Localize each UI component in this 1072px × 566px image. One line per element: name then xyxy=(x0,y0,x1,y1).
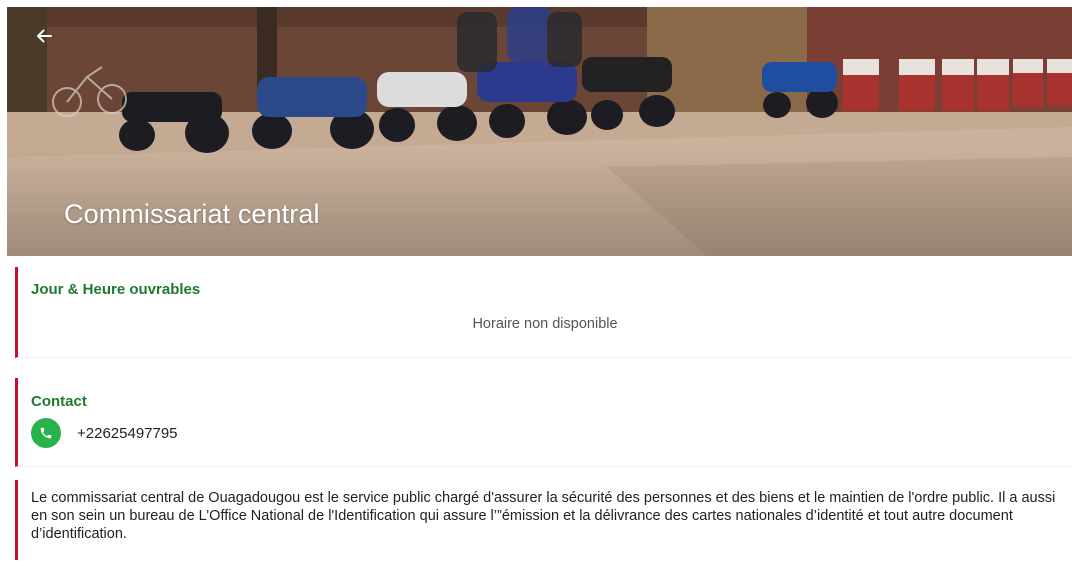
contact-card: Contact +22625497795 xyxy=(15,378,1072,467)
arrow-left-icon xyxy=(37,29,52,43)
phone-number[interactable]: +22625497795 xyxy=(77,425,178,442)
description-card: Le commissariat central de Ouagadougou e… xyxy=(15,480,1072,560)
place-detail-screen: Commissariat central Jour & Heure ouvrab… xyxy=(0,0,1072,566)
hours-section-title: Jour & Heure ouvrables xyxy=(31,281,201,298)
hours-card: Jour & Heure ouvrables Horaire non dispo… xyxy=(15,267,1072,358)
page-title: Commissariat central xyxy=(64,199,320,229)
description-text: Le commissariat central de Ouagadougou e… xyxy=(31,490,1056,542)
hero-image: Commissariat central xyxy=(7,7,1072,256)
phone-contact-row[interactable]: +22625497795 xyxy=(31,418,178,448)
phone-call-button[interactable] xyxy=(31,418,61,448)
back-button[interactable] xyxy=(29,21,59,51)
phone-icon xyxy=(40,427,52,439)
contact-section-title: Contact xyxy=(31,393,87,410)
hours-value: Horaire non disponible xyxy=(472,316,618,332)
